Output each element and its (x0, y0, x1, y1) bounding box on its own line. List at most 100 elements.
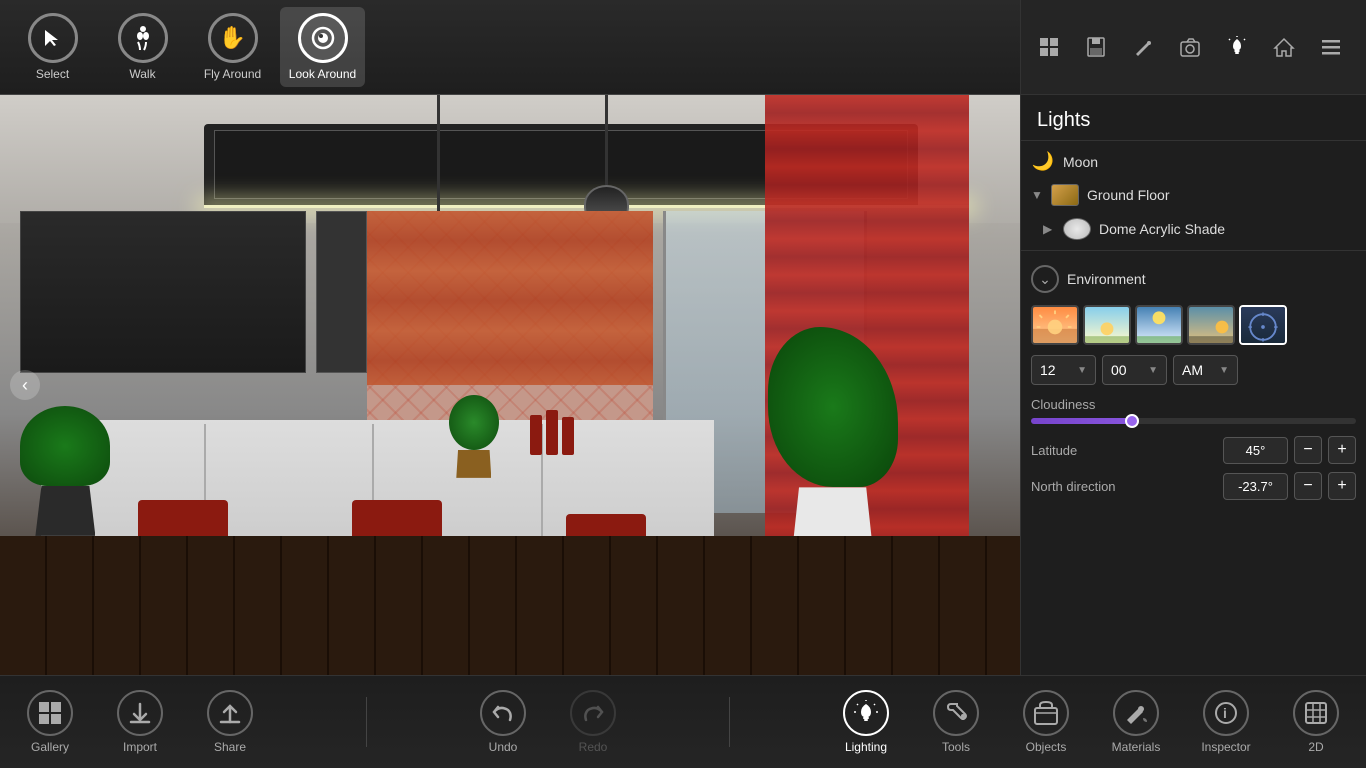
panel-light-btn[interactable] (1214, 25, 1259, 70)
tools-icon (933, 690, 979, 736)
viewport[interactable]: ‹ (0, 95, 1020, 675)
ground-floor-expand-icon: ▼ (1031, 188, 1043, 202)
lighting-label: Lighting (845, 740, 887, 754)
import-btn[interactable]: Import (95, 682, 185, 762)
objects-icon (1023, 690, 1069, 736)
minute-select[interactable]: 00 ▼ (1102, 355, 1167, 385)
pendant-2-cord (605, 95, 608, 185)
env-preset-noon-inner (1137, 307, 1181, 343)
panel-save-btn[interactable] (1073, 25, 1118, 70)
lighting-icon (843, 690, 889, 736)
share-label: Share (214, 740, 246, 754)
hour-select[interactable]: 12 ▼ (1031, 355, 1096, 385)
light-item-moon[interactable]: 🌙 Moon (1021, 145, 1366, 178)
cloudiness-slider[interactable] (1031, 418, 1356, 424)
objects-label: Objects (1026, 740, 1067, 754)
share-icon (207, 690, 253, 736)
light-item-dome[interactable]: ▶ Dome Acrylic Shade (1021, 212, 1366, 246)
gallery-label: Gallery (31, 740, 69, 754)
panel-paint-btn[interactable] (1120, 25, 1165, 70)
look-around-button[interactable]: Look Around (280, 7, 365, 87)
ground-floor-label: Ground Floor (1087, 187, 1169, 203)
undo-icon (480, 690, 526, 736)
north-direction-decrease-btn[interactable]: − (1294, 472, 1322, 500)
lighting-btn[interactable]: Lighting (821, 682, 911, 762)
environment-header[interactable]: ⌄ Environment (1021, 259, 1366, 299)
panel-home-btn[interactable] (1261, 25, 1306, 70)
time-selectors: 12 ▼ 00 ▼ AM ▼ (1021, 351, 1366, 389)
walk-button[interactable]: Walk (100, 7, 185, 87)
inspector-btn[interactable]: i Inspector (1181, 682, 1271, 762)
undo-btn[interactable]: Undo (458, 682, 548, 762)
undo-redo-group: Undo Redo (458, 682, 638, 762)
env-preset-afternoon[interactable] (1187, 305, 1235, 345)
plant-2-leaves (768, 327, 898, 487)
plant-1-leaves (20, 406, 110, 486)
top-toolbar: Select Walk ✋ Fly Around Look Arou (0, 0, 1020, 95)
materials-btn[interactable]: Materials (1091, 682, 1181, 762)
latitude-decrease-btn[interactable]: − (1294, 436, 1322, 464)
environment-chevron-icon: ⌄ (1031, 265, 1059, 293)
2d-btn[interactable]: 2D (1271, 682, 1361, 762)
env-preset-noon[interactable] (1135, 305, 1183, 345)
latitude-increase-btn[interactable]: + (1328, 436, 1356, 464)
gallery-btn[interactable]: Gallery (5, 682, 95, 762)
gallery-icon (27, 690, 73, 736)
roman-shade (367, 211, 653, 385)
plant-counter-pot (456, 450, 491, 478)
env-preset-morning[interactable] (1083, 305, 1131, 345)
light-item-ground-floor[interactable]: ▼ Ground Floor (1021, 178, 1366, 212)
2d-icon (1293, 690, 1339, 736)
north-direction-row: North direction -23.7° − + (1031, 472, 1356, 500)
panel-camera-btn[interactable] (1167, 25, 1212, 70)
plant-1 (20, 406, 110, 536)
cloudiness-thumb[interactable] (1125, 414, 1139, 428)
bottle-red-1 (530, 415, 542, 455)
dome-thumb (1063, 218, 1091, 240)
panel-list-btn[interactable] (1308, 25, 1353, 70)
moon-icon: 🌙 (1031, 151, 1055, 172)
bottle-red-2 (546, 410, 558, 455)
north-direction-value: -23.7° (1223, 473, 1288, 500)
floor (0, 536, 1020, 675)
ground-floor-thumb (1051, 184, 1079, 206)
separator-1 (366, 697, 367, 747)
scene: ‹ (0, 95, 1020, 675)
lights-tree: 🌙 Moon ▼ Ground Floor ▶ Dome Acrylic Sha… (1021, 141, 1366, 250)
lights-section-header: Lights (1021, 95, 1366, 141)
share-btn[interactable]: Share (185, 682, 275, 762)
period-select[interactable]: AM ▼ (1173, 355, 1238, 385)
env-preset-dawn-inner (1033, 307, 1077, 343)
upper-cabinet-mid (316, 211, 367, 373)
bottle-red-3 (562, 417, 574, 455)
select-label: Select (36, 67, 69, 81)
plant-counter (449, 395, 499, 478)
north-direction-increase-btn[interactable]: + (1328, 472, 1356, 500)
panel-furniture-btn[interactable] (1026, 25, 1071, 70)
undo-label: Undo (489, 740, 518, 754)
right-panel: Lights 🌙 Moon ▼ Ground Floor ▶ Dome Acry… (1020, 0, 1366, 675)
nav-arrow-left[interactable]: ‹ (10, 370, 40, 400)
fly-around-button[interactable]: ✋ Fly Around (190, 7, 275, 87)
lights-title: Lights (1037, 109, 1090, 131)
objects-btn[interactable]: Objects (1001, 682, 1091, 762)
hour-chevron-icon: ▼ (1077, 365, 1087, 376)
plant-2 (768, 327, 898, 547)
env-preset-custom[interactable] (1239, 305, 1287, 345)
look-around-label: Look Around (289, 67, 356, 81)
select-button[interactable]: Select (10, 7, 95, 87)
latitude-row: Latitude 45° − + (1031, 436, 1356, 464)
upper-cabinet-left (20, 211, 306, 373)
environment-label: Environment (1067, 271, 1146, 287)
materials-label: Materials (1112, 740, 1161, 754)
plant-1-pot (35, 486, 95, 536)
look-around-icon (298, 13, 348, 63)
walk-label: Walk (129, 67, 155, 81)
env-preset-dawn[interactable] (1031, 305, 1079, 345)
inspector-label: Inspector (1201, 740, 1250, 754)
redo-label: Redo (579, 740, 608, 754)
tools-btn[interactable]: Tools (911, 682, 1001, 762)
moon-label: Moon (1063, 154, 1098, 170)
env-preset-morning-inner (1085, 307, 1129, 343)
latitude-value: 45° (1223, 437, 1288, 464)
